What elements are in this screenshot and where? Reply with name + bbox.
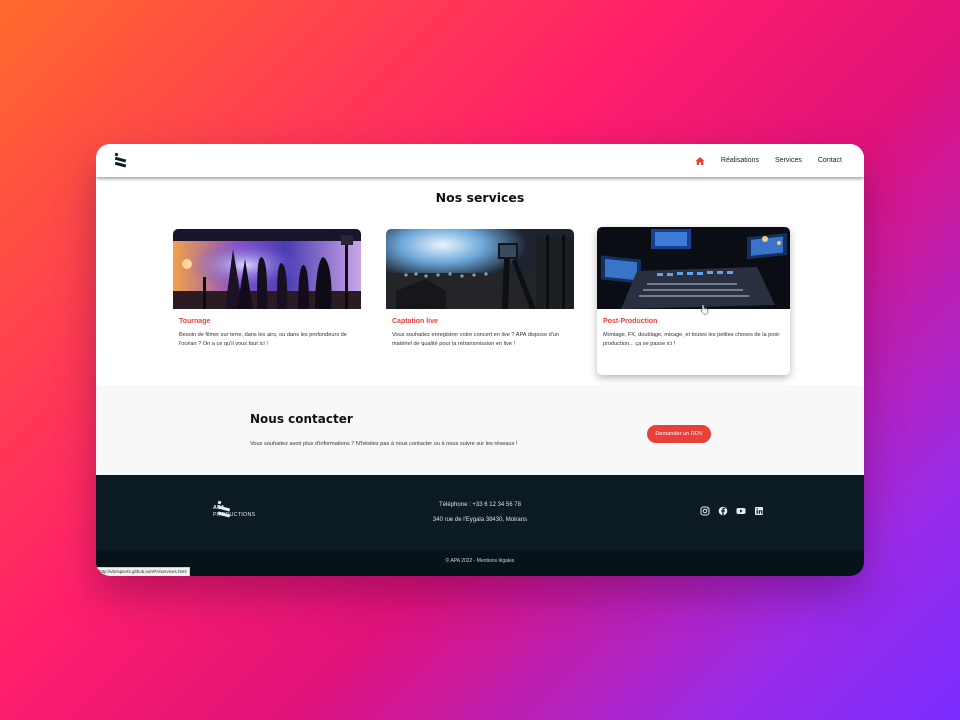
live-concert-photo [386,229,574,309]
service-card-text: Vous souhaitez enregistrer votre concert… [392,332,560,347]
service-card-text: Montage, FX, doublage, mixage, et toutes… [603,332,781,347]
youtube-icon[interactable] [736,506,746,516]
service-card-tournage[interactable]: Tournage Besoin de filmer sur terre, dan… [173,229,361,374]
request-appointment-button[interactable]: Demander un RDV [647,425,711,443]
social-links [700,506,764,516]
footer-phone[interactable]: Téléphone : +33 6 12 34 56 78 [380,502,580,508]
service-card-title: Post-Production [603,318,658,325]
contact-section: Nous contacter Vous souhaitez avoir plus… [96,385,864,475]
footer: APA PRODUCTIONS Téléphone : +33 6 12 34 … [96,475,864,576]
film-set-photo [173,229,361,309]
browser-window: Réalisations Services Contact Nos servic… [96,144,864,576]
footer-address: 340 rue de l'Eygala 38430, Moirans [432,517,528,523]
service-card-captation-live[interactable]: Captation live Vous souhaitez enregistre… [386,229,574,374]
instagram-icon[interactable] [700,506,710,516]
services-title: Nos services [435,190,525,205]
nav-link-realisations[interactable]: Réalisations [721,157,759,164]
top-navbar: Réalisations Services Contact [96,144,864,177]
service-card-title: Captation live [392,318,438,325]
footer-logo-text: APA PRODUCTIONS [213,505,255,518]
hand-cursor-icon [700,304,709,315]
contact-title: Nous contacter [250,412,353,426]
contact-text: Vous souhaitez avoir plus d'informations… [250,441,518,447]
nav-link-services[interactable]: Services [775,157,802,164]
link-status-url: http://vbrispierts.github.io/APA/service… [96,567,191,576]
footer-bottom-bar: © APA 2022 - Mentions légales [96,550,864,576]
linkedin-icon[interactable] [754,506,764,516]
service-card-post-production[interactable]: Post-Production Montage, FX, doublage, m… [597,227,790,375]
logo-line-productions: PRODUCTIONS [213,511,256,518]
copyright-text[interactable]: © APA 2022 - Mentions légales [96,558,864,564]
facebook-icon[interactable] [718,506,728,516]
service-card-title: Tournage [179,318,211,325]
nav-link-contact[interactable]: Contact [818,157,842,164]
mixing-studio-photo [597,227,790,309]
service-card-text: Besoin de filmer sur terre, dans les air… [179,332,347,347]
apa-logo-icon[interactable] [114,152,128,168]
nav-links: Réalisations Services Contact [695,144,842,177]
home-icon[interactable] [695,156,705,166]
